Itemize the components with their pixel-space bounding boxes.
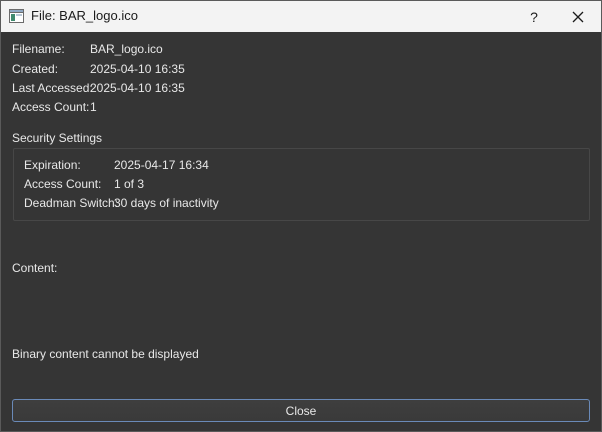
security-settings-heading: Security Settings xyxy=(12,131,103,145)
filename-label: Filename: xyxy=(12,42,65,56)
title-bar[interactable]: File: BAR_logo.ico ? xyxy=(1,1,601,32)
security-access-count-label: Access Count: xyxy=(24,177,102,191)
filename-value: BAR_logo.ico xyxy=(90,42,163,56)
window-close-button[interactable] xyxy=(555,1,601,32)
access-count-value: 1 xyxy=(90,100,97,114)
close-icon xyxy=(572,11,584,22)
file-details-dialog: File: BAR_logo.ico ? Filename: BAR_logo.… xyxy=(0,0,602,432)
content-message: Binary content cannot be displayed xyxy=(12,347,199,361)
expiration-label: Expiration: xyxy=(24,158,81,172)
help-button[interactable]: ? xyxy=(511,1,557,32)
security-access-count-value: 1 of 3 xyxy=(114,177,145,191)
last-accessed-label: Last Accessed: xyxy=(12,81,93,95)
help-icon: ? xyxy=(530,8,538,25)
created-label: Created: xyxy=(12,62,59,76)
window-app-icon xyxy=(9,9,24,23)
close-button[interactable]: Close xyxy=(12,399,590,422)
last-accessed-value: 2025-04-10 16:35 xyxy=(90,81,185,95)
content-label: Content: xyxy=(12,261,58,275)
created-value: 2025-04-10 16:35 xyxy=(90,62,185,76)
window-title: File: BAR_logo.ico xyxy=(31,8,138,23)
deadman-switch-label: Deadman Switch: xyxy=(24,196,119,210)
expiration-value: 2025-04-17 16:34 xyxy=(114,158,209,172)
access-count-label: Access Count: xyxy=(12,100,90,114)
deadman-switch-value: 30 days of inactivity xyxy=(114,196,219,210)
close-button-label: Close xyxy=(285,403,317,418)
